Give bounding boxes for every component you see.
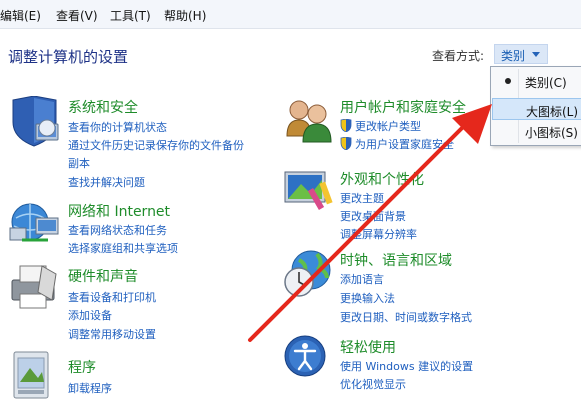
link-family-safety[interactable]: 为用户设置家庭安全 — [355, 136, 454, 152]
link-mobility-settings[interactable]: 调整常用移动设置 — [68, 326, 156, 342]
link-change-theme[interactable]: 更改主题 — [340, 190, 384, 206]
category-title-ease-of-access[interactable]: 轻松使用 — [340, 337, 396, 357]
shield-computer-icon[interactable] — [10, 95, 62, 154]
menu-option-label: 小图标(S) — [525, 126, 578, 140]
link-screen-resolution[interactable]: 调整屏幕分辨率 — [340, 226, 417, 242]
chevron-down-icon — [532, 52, 540, 57]
uac-shield-icon — [340, 137, 352, 150]
link-change-account-type[interactable]: 更改帐户类型 — [355, 118, 421, 134]
menu-view[interactable]: 查看(V) — [56, 7, 98, 24]
link-homegroup[interactable]: 选择家庭组和共享选项 — [68, 240, 178, 256]
view-by-value: 类别 — [501, 49, 526, 63]
clock-globe-icon[interactable] — [283, 248, 335, 304]
menu-option-label: 类别(C) — [525, 76, 567, 90]
selected-bullet-icon — [505, 78, 511, 84]
link-troubleshoot[interactable]: 查找并解决问题 — [68, 174, 145, 190]
category-title-user-accounts[interactable]: 用户帐户和家庭安全 — [340, 97, 466, 117]
link-uninstall-program[interactable]: 卸载程序 — [68, 380, 112, 396]
link-date-time-format[interactable]: 更改日期、时间或数字格式 — [340, 309, 472, 325]
printer-icon[interactable] — [8, 262, 62, 316]
menu-tools[interactable]: 工具(T) — [110, 7, 151, 24]
category-title-network[interactable]: 网络和 Internet — [68, 201, 170, 221]
menu-option-category[interactable]: 类别(C) — [492, 70, 581, 92]
link-windows-recommended-settings[interactable]: 使用 Windows 建议的设置 — [340, 358, 473, 374]
link-optimize-visual-display[interactable]: 优化视觉显示 — [340, 376, 406, 392]
menu-option-small-icons[interactable]: 小图标(S) — [492, 120, 581, 142]
uac-shield-icon — [340, 119, 352, 132]
category-title-system-security[interactable]: 系统和安全 — [68, 97, 138, 117]
view-by-dropdown[interactable]: 类别 — [494, 44, 548, 64]
link-network-status[interactable]: 查看网络状态和任务 — [68, 222, 167, 238]
appearance-icon[interactable] — [283, 168, 335, 216]
link-change-input-method[interactable]: 更换输入法 — [340, 290, 395, 306]
menu-help[interactable]: 帮助(H) — [164, 7, 206, 24]
ease-of-access-icon[interactable] — [283, 334, 331, 386]
menu-option-large-icons[interactable]: 大图标(L) — [492, 98, 581, 120]
menu-edit[interactable]: 编辑(E) — [0, 7, 41, 24]
category-title-clock-region[interactable]: 时钟、语言和区域 — [340, 250, 452, 270]
users-icon[interactable] — [283, 96, 335, 150]
link-add-language[interactable]: 添加语言 — [340, 271, 384, 287]
link-desktop-background[interactable]: 更改桌面背景 — [340, 208, 406, 224]
link-devices-printers[interactable]: 查看设备和打印机 — [68, 289, 156, 305]
network-icon[interactable] — [8, 200, 62, 252]
page-title: 调整计算机的设置 — [8, 48, 129, 66]
menu-option-label: 大图标(L) — [526, 105, 579, 119]
link-add-device[interactable]: 添加设备 — [68, 307, 112, 323]
view-by-label: 查看方式: — [432, 49, 485, 63]
view-by-menu: 类别(C) 大图标(L) 小图标(S) — [490, 66, 581, 146]
programs-icon[interactable] — [10, 350, 56, 404]
category-title-hardware-sound[interactable]: 硬件和声音 — [68, 266, 138, 286]
category-title-appearance[interactable]: 外观和个性化 — [340, 169, 424, 189]
link-file-history-cont[interactable]: 副本 — [68, 155, 90, 171]
link-view-computer-status[interactable]: 查看你的计算机状态 — [68, 119, 167, 135]
menu-bar: 编辑(E) 查看(V) 工具(T) 帮助(H) — [0, 0, 581, 29]
category-title-programs[interactable]: 程序 — [68, 357, 96, 377]
link-file-history[interactable]: 通过文件历史记录保存你的文件备份 — [68, 137, 244, 153]
